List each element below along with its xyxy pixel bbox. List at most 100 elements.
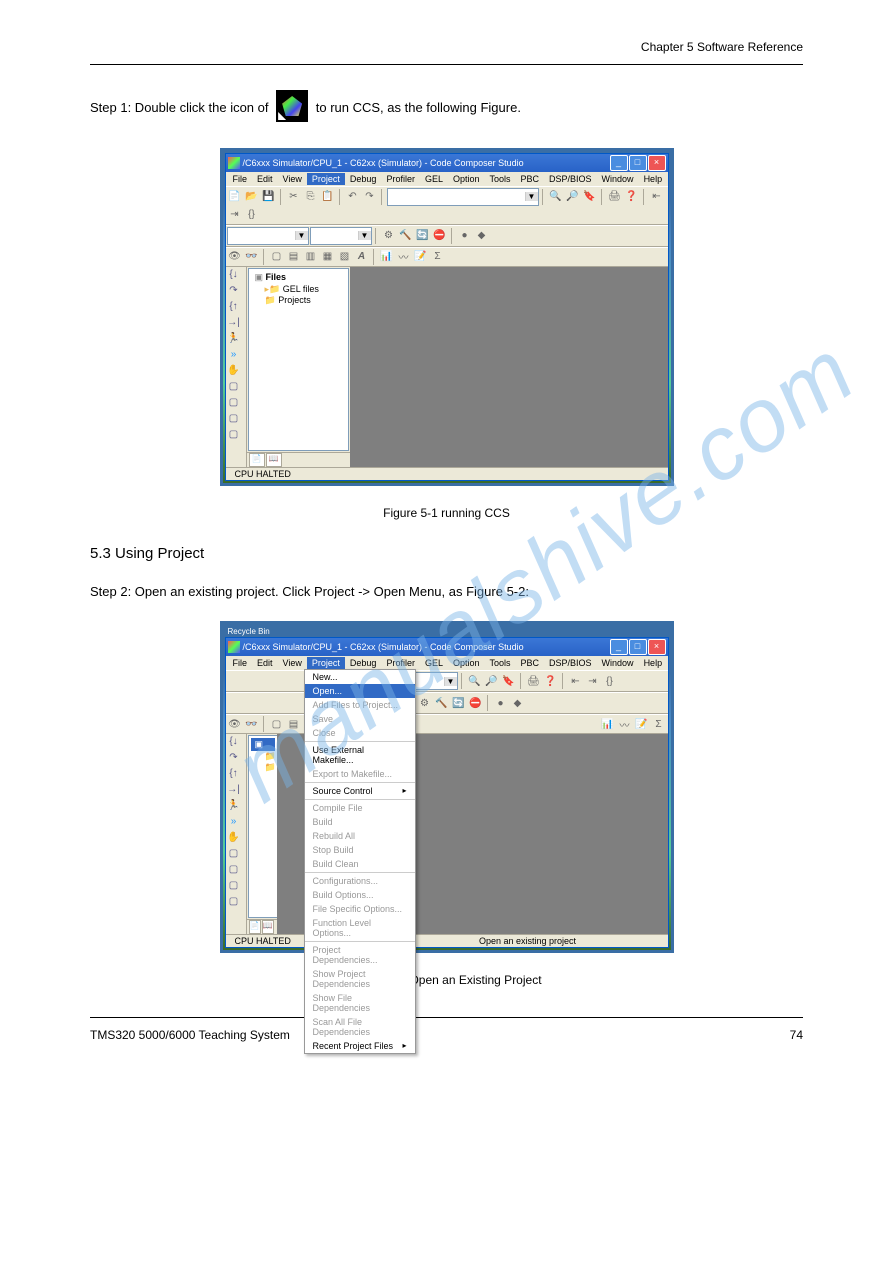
compile-icon[interactable]: ⚙ [381, 228, 397, 244]
menu-item-open-[interactable]: Open... [305, 684, 415, 698]
watch-icon[interactable]: 👁 [227, 249, 243, 265]
tab-file-icon[interactable]: 📄 [249, 453, 265, 467]
menu-file-2[interactable]: File [228, 657, 253, 669]
menu-help-2[interactable]: Help [639, 657, 668, 669]
menu-option-2[interactable]: Option [448, 657, 485, 669]
menu-debug-2[interactable]: Debug [345, 657, 382, 669]
menubar[interactable]: File Edit View Project Debug Profiler GE… [226, 172, 668, 186]
menu-profiler[interactable]: Profiler [381, 173, 420, 185]
stop-build-icon-2[interactable]: ⛔ [468, 695, 484, 711]
graph-icon-2[interactable]: 📊 [600, 716, 616, 732]
menu-edit[interactable]: Edit [252, 173, 278, 185]
menu-tools[interactable]: Tools [485, 173, 516, 185]
doc5-icon[interactable]: ▧ [337, 249, 353, 265]
halt-icon[interactable]: ✋ [227, 365, 241, 379]
reg-icon-2[interactable]: ▢ [227, 848, 241, 862]
asm-icon[interactable]: ▢ [227, 429, 241, 443]
window-titlebar-2[interactable]: /C6xxx Simulator/CPU_1 - C62xx (Simulato… [226, 638, 668, 656]
project-combo[interactable]: ▼ [227, 227, 309, 245]
open-icon[interactable]: 📂 [244, 189, 260, 205]
step-over-icon[interactable]: ↷ [227, 285, 241, 299]
step-out-icon-2[interactable]: {↑ [227, 768, 241, 782]
glasses-icon-2[interactable]: 👓 [244, 716, 260, 732]
stop-build-icon[interactable]: ⛔ [432, 228, 448, 244]
menu-window-2[interactable]: Window [597, 657, 639, 669]
close-button-2[interactable]: × [648, 639, 666, 655]
menu-profiler-2[interactable]: Profiler [381, 657, 420, 669]
menu-edit-2[interactable]: Edit [252, 657, 278, 669]
save-icon[interactable]: 💾 [261, 189, 277, 205]
step-into-icon[interactable]: {↓ [227, 269, 241, 283]
find-next-icon-2[interactable]: 🔎 [484, 673, 500, 689]
menu-debug[interactable]: Debug [345, 173, 382, 185]
search-combo[interactable]: ▼ [387, 188, 539, 206]
step-into-icon-2[interactable]: {↓ [227, 736, 241, 750]
minimize-button[interactable]: _ [610, 155, 628, 171]
brace-icon[interactable]: {} [244, 207, 260, 223]
font-icon[interactable]: A [354, 249, 370, 265]
step-over-icon-2[interactable]: ↷ [227, 752, 241, 766]
log-icon-2[interactable]: 📝 [634, 716, 650, 732]
minimize-button-2[interactable]: _ [610, 639, 628, 655]
project-tree-2[interactable]: ▣ 📁 📁 [248, 735, 278, 918]
breakpoint-icon-2[interactable]: ● [493, 695, 509, 711]
new-file-icon[interactable]: 📄 [227, 189, 243, 205]
undo-icon[interactable]: ↶ [345, 189, 361, 205]
build-icon-2[interactable]: 🔨 [434, 695, 450, 711]
stat-icon[interactable]: Σ [430, 249, 446, 265]
mixed-icon[interactable]: ▢ [227, 413, 241, 427]
probe-icon-2[interactable]: ◆ [510, 695, 526, 711]
bookmark-icon-2[interactable]: 🔖 [501, 673, 517, 689]
breakpoint-icon[interactable]: ● [457, 228, 473, 244]
doc2-icon-2[interactable]: ▤ [286, 716, 302, 732]
menu-pbc[interactable]: PBC [516, 173, 545, 185]
print-icon[interactable]: 🖨 [607, 189, 623, 205]
menu-item-source-control[interactable]: Source Control▸ [305, 784, 415, 798]
glasses-icon[interactable]: 👓 [244, 249, 260, 265]
project-tree[interactable]: ▣ Files ▸📁 GEL files 📁 Projects [248, 268, 349, 451]
redo-icon[interactable]: ↷ [362, 189, 378, 205]
build-icon[interactable]: 🔨 [398, 228, 414, 244]
menubar-2[interactable]: File Edit View Project Debug Profiler GE… [226, 656, 668, 670]
outdent-icon[interactable]: ⇤ [649, 189, 665, 205]
menu-option[interactable]: Option [448, 173, 485, 185]
menu-item-use-external-makefile-[interactable]: Use External Makefile... [305, 743, 415, 767]
menu-tools-2[interactable]: Tools [485, 657, 516, 669]
compile-icon-2[interactable]: ⚙ [417, 695, 433, 711]
scope-icon[interactable]: 〰 [396, 249, 412, 265]
find-icon[interactable]: 🔍 [548, 189, 564, 205]
maximize-button[interactable]: □ [629, 155, 647, 171]
doc4-icon[interactable]: ▦ [320, 249, 336, 265]
window-titlebar[interactable]: /C6xxx Simulator/CPU_1 - C62xx (Simulato… [226, 154, 668, 172]
log-icon[interactable]: 📝 [413, 249, 429, 265]
halt-icon-2[interactable]: ✋ [227, 832, 241, 846]
maximize-button-2[interactable]: □ [629, 639, 647, 655]
step-out-icon[interactable]: {↑ [227, 301, 241, 315]
mem-icon[interactable]: ▢ [227, 397, 241, 411]
doc1-icon[interactable]: ▢ [269, 249, 285, 265]
brace-icon-2[interactable]: {} [602, 673, 618, 689]
outdent-icon-2[interactable]: ⇤ [568, 673, 584, 689]
tab-book-icon-2[interactable]: 📖 [262, 920, 274, 934]
help-icon-2[interactable]: ❓ [543, 673, 559, 689]
menu-item-recent-project-files[interactable]: Recent Project Files▸ [305, 1039, 415, 1053]
menu-view[interactable]: View [278, 173, 307, 185]
menu-help[interactable]: Help [639, 173, 668, 185]
copy-icon[interactable]: ⎘ [303, 189, 319, 205]
menu-gel-2[interactable]: GEL [420, 657, 448, 669]
stat-icon-2[interactable]: Σ [651, 716, 667, 732]
close-button[interactable]: × [648, 155, 666, 171]
mixed-icon-2[interactable]: ▢ [227, 880, 241, 894]
probe-icon[interactable]: ◆ [474, 228, 490, 244]
indent-icon[interactable]: ⇥ [227, 207, 243, 223]
graph-icon[interactable]: 📊 [379, 249, 395, 265]
scope-icon-2[interactable]: 〰 [617, 716, 633, 732]
find-icon-2[interactable]: 🔍 [467, 673, 483, 689]
cut-icon[interactable]: ✂ [286, 189, 302, 205]
paste-icon[interactable]: 📋 [320, 189, 336, 205]
tab-book-icon[interactable]: 📖 [266, 453, 282, 467]
asm-icon-2[interactable]: ▢ [227, 896, 241, 910]
print-icon-2[interactable]: 🖨 [526, 673, 542, 689]
doc3-icon[interactable]: ▥ [303, 249, 319, 265]
menu-project[interactable]: Project [307, 173, 345, 185]
